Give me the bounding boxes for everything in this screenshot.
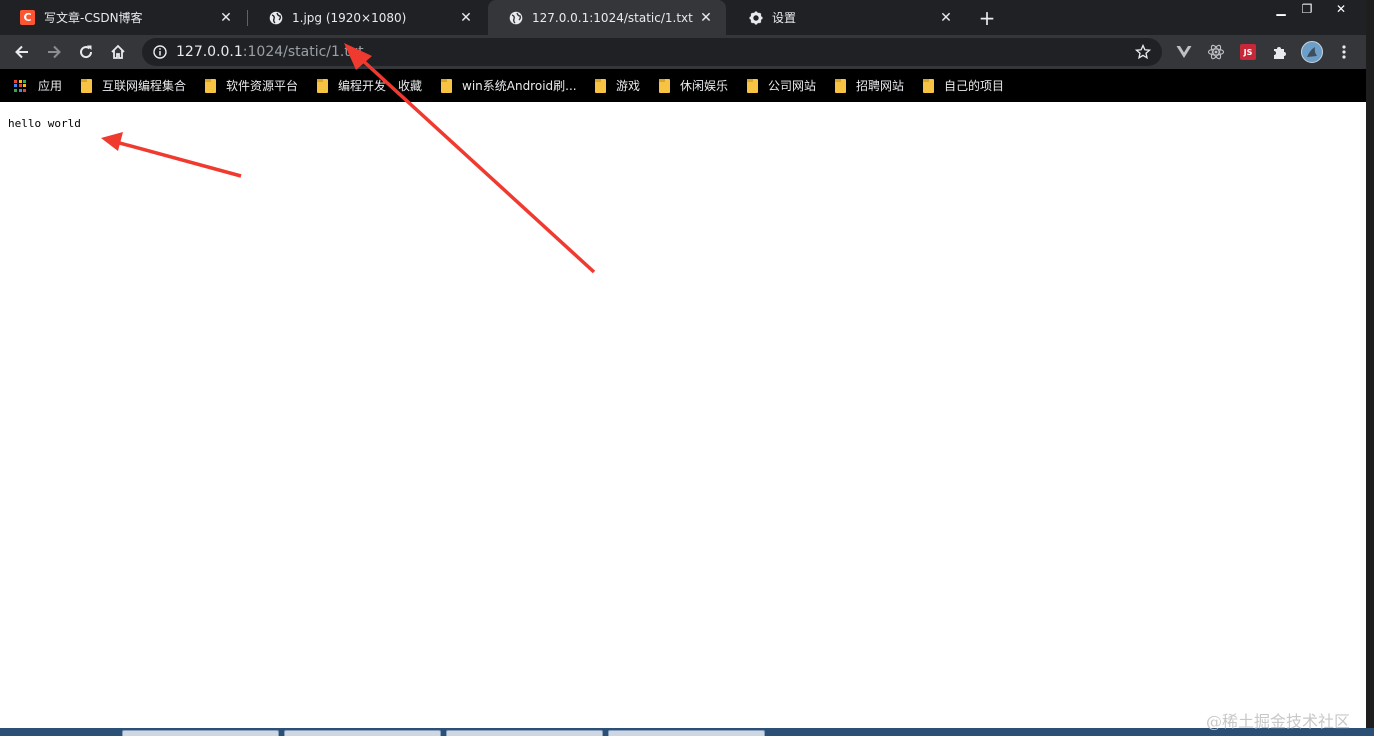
bookmark-folder[interactable]: 互联网编程集合 xyxy=(81,77,186,94)
adjacent-window-edge xyxy=(1366,0,1374,736)
js-badge: JS xyxy=(1240,44,1256,60)
globe-icon xyxy=(268,10,283,25)
bookmark-folder[interactable]: 公司网站 xyxy=(747,77,816,94)
bookmark-label: 游戏 xyxy=(616,79,641,93)
minimize-button[interactable]: ▁ xyxy=(1268,0,1294,18)
bookmark-folder[interactable]: 编程开发 xyxy=(317,77,386,94)
bookmarks-bar: 应用 互联网编程集合 软件资源平台 编程开发 收藏 win系统Android刷.… xyxy=(0,69,1366,102)
tab-settings[interactable]: 设置 ✕ xyxy=(728,0,966,35)
taskbar-button[interactable] xyxy=(608,730,765,736)
bookmark-label: 互联网编程集合 xyxy=(102,79,187,93)
home-button[interactable] xyxy=(106,40,130,64)
bookmark-label: 编程开发 xyxy=(338,79,387,93)
js-extension-icon[interactable]: JS xyxy=(1236,40,1260,64)
tab-image[interactable]: 1.jpg (1920×1080) ✕ xyxy=(248,0,486,35)
folder-icon xyxy=(441,78,452,93)
reload-button[interactable] xyxy=(74,40,98,64)
arrow-left-icon xyxy=(15,45,28,59)
folder-icon xyxy=(747,78,758,93)
tab-strip: C 写文章-CSDN博客 ✕ 1.jpg (1920×1080) ✕ 127.0… xyxy=(0,0,1366,35)
gear-icon xyxy=(748,10,763,25)
folder-icon xyxy=(317,78,328,93)
close-icon[interactable]: ✕ xyxy=(938,10,954,26)
bookmark-label: 应用 xyxy=(38,79,63,93)
tab-active-txt[interactable]: 127.0.0.1:1024/static/1.txt ✕ xyxy=(488,0,726,35)
info-icon[interactable] xyxy=(152,44,168,60)
vue-devtools-icon[interactable] xyxy=(1172,40,1196,64)
folder-icon xyxy=(659,78,670,93)
bookmark-label: 软件资源平台 xyxy=(226,79,299,93)
close-icon[interactable]: ✕ xyxy=(218,10,234,26)
reload-icon xyxy=(80,45,93,59)
restore-button[interactable]: ❐ xyxy=(1294,0,1320,18)
home-icon xyxy=(111,44,125,59)
avatar[interactable] xyxy=(1300,40,1324,64)
url-text[interactable]: 127.0.0.1:1024/static/1.txt xyxy=(176,44,364,60)
folder-icon xyxy=(205,78,216,93)
watermark-text: @稀土掘金技术社区 xyxy=(1206,712,1351,731)
taskbar-button[interactable] xyxy=(284,730,441,736)
back-button[interactable] xyxy=(10,40,34,64)
close-window-button[interactable]: ✕ xyxy=(1328,0,1354,18)
new-tab-button[interactable]: + xyxy=(975,6,999,30)
bookmark-apps[interactable]: 应用 xyxy=(14,77,62,94)
bookmark-label: 公司网站 xyxy=(768,79,817,93)
forward-button[interactable] xyxy=(42,40,66,64)
react-devtools-icon[interactable] xyxy=(1204,40,1228,64)
bookmark-folder[interactable]: 招聘网站 xyxy=(835,77,904,94)
menu-icon[interactable] xyxy=(1332,40,1356,64)
bookmark-folder[interactable]: 休闲娱乐 xyxy=(659,77,728,94)
bookmark-folder[interactable]: 自己的项目 xyxy=(923,77,1004,94)
bookmark-label: win系统Android刷... xyxy=(462,79,577,93)
address-bar[interactable]: 127.0.0.1:1024/static/1.txt xyxy=(142,38,1162,66)
csdn-icon: C xyxy=(20,10,35,25)
page-content: hello world xyxy=(0,102,1366,728)
tab-title: 127.0.0.1:1024/static/1.txt xyxy=(532,10,693,25)
toolbar: 127.0.0.1:1024/static/1.txt JS xyxy=(0,35,1366,69)
bookmark-item[interactable]: 收藏 xyxy=(398,77,422,94)
url-path: :1024/static/1.txt xyxy=(242,44,364,60)
bookmark-folder[interactable]: 游戏 xyxy=(595,77,640,94)
bookmark-label: 收藏 xyxy=(398,79,423,93)
bookmark-label: 招聘网站 xyxy=(856,79,905,93)
taskbar-button[interactable] xyxy=(122,730,279,736)
folder-icon xyxy=(835,78,846,93)
globe-icon xyxy=(508,10,523,25)
star-icon[interactable] xyxy=(1134,43,1152,61)
bookmark-label: 自己的项目 xyxy=(944,79,1005,93)
folder-icon xyxy=(81,78,92,93)
plain-text-content: hello world xyxy=(8,117,81,130)
arrow-right-icon xyxy=(48,45,61,59)
bookmark-label: 休闲娱乐 xyxy=(680,79,729,93)
tab-title: 设置 xyxy=(772,11,797,25)
folder-icon xyxy=(595,78,606,93)
bookmark-folder[interactable]: 软件资源平台 xyxy=(205,77,298,94)
taskbar-button[interactable] xyxy=(446,730,603,736)
url-host: 127.0.0.1 xyxy=(176,44,243,60)
close-icon[interactable]: ✕ xyxy=(698,10,714,26)
tab-csdn[interactable]: C 写文章-CSDN博客 ✕ xyxy=(0,0,246,35)
tab-title: 写文章-CSDN博客 xyxy=(44,11,143,25)
bookmark-folder[interactable]: win系统Android刷... xyxy=(441,77,577,94)
close-icon[interactable]: ✕ xyxy=(458,10,474,26)
apps-grid-icon xyxy=(14,79,26,92)
folder-icon xyxy=(923,78,934,93)
tab-title: 1.jpg (1920×1080) xyxy=(292,10,407,25)
puzzle-icon[interactable] xyxy=(1268,40,1292,64)
